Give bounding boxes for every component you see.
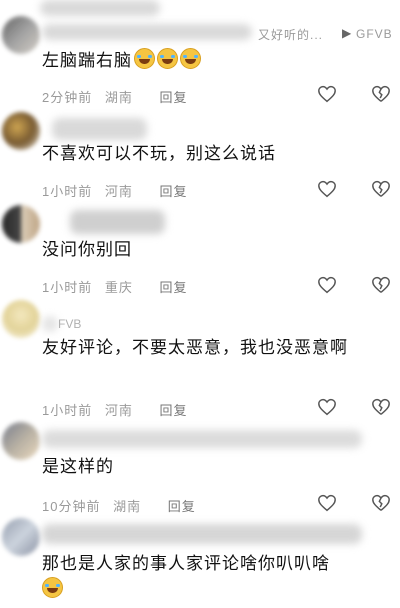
comment-meta: 1小时前 重庆 回复 — [42, 277, 188, 296]
blurred-username — [70, 210, 165, 234]
comment-location: 湖南 — [113, 499, 142, 514]
avatar[interactable] — [2, 16, 40, 54]
broken-heart-outline-icon[interactable] — [370, 492, 392, 514]
comment-location: 湖南 — [104, 90, 133, 105]
avatar[interactable] — [2, 518, 40, 556]
comment-text-body: 那也是人家的事人家评论啥你叭叭啥 — [42, 554, 330, 574]
comment-text-body: 左脑踹右脑 — [42, 51, 132, 71]
comment-time: 1小时前 — [42, 184, 93, 199]
laughing-emoji-icon — [134, 48, 155, 69]
heart-outline-icon[interactable] — [316, 492, 338, 514]
comment-time: 10分钟前 — [42, 499, 101, 514]
comment-location: 河南 — [104, 184, 133, 199]
reply-button[interactable]: 回复 — [160, 184, 188, 199]
comment-meta: 2分钟前 湖南 回复 — [42, 87, 188, 106]
reply-button[interactable]: 回复 — [160, 403, 188, 418]
quoted-text: 又好听的... — [258, 28, 324, 42]
heart-outline-icon[interactable] — [316, 83, 338, 105]
comment-text: 没问你别回 — [42, 240, 132, 260]
comment-text: 友好评论，不要太恶意，我也没恶意啊 — [42, 338, 348, 358]
avatar[interactable] — [2, 112, 40, 150]
avatar[interactable] — [2, 205, 40, 243]
blurred-username — [52, 118, 147, 140]
comment-time: 1小时前 — [42, 403, 93, 418]
broken-heart-outline-icon[interactable] — [370, 178, 392, 200]
badge-text: GFVB — [356, 27, 393, 41]
blurred-username — [42, 24, 252, 40]
blurred-username — [42, 316, 58, 332]
comment-text: 不喜欢可以不玩，别这么说话 — [42, 144, 276, 164]
blurred-meta — [40, 0, 160, 16]
broken-heart-outline-icon[interactable] — [370, 83, 392, 105]
broken-heart-outline-icon[interactable] — [370, 396, 392, 418]
laughing-emoji-icon — [180, 48, 201, 69]
comment-meta: 1小时前 河南 回复 — [42, 400, 188, 419]
avatar[interactable] — [2, 300, 40, 338]
comment-location: 河南 — [104, 403, 133, 418]
comment-meta: 10分钟前 湖南 回复 — [42, 496, 196, 515]
laughing-emoji-icon — [42, 577, 63, 598]
comment-meta: 1小时前 河南 回复 — [42, 181, 188, 200]
previous-comment-meta — [0, 0, 400, 16]
reply-button[interactable]: 回复 — [160, 280, 188, 295]
avatar[interactable] — [2, 422, 40, 460]
comment-text: 那也是人家的事人家评论啥你叭叭啥 — [42, 552, 388, 603]
play-icon[interactable]: ▶ — [342, 26, 351, 40]
laughing-emoji-icon — [157, 48, 178, 69]
broken-heart-outline-icon[interactable] — [370, 274, 392, 296]
comment-time: 1小时前 — [42, 280, 93, 295]
username-partial: FVB — [58, 317, 82, 331]
reply-button[interactable]: 回复 — [168, 499, 196, 514]
comment-location: 重庆 — [104, 280, 133, 295]
comment-text: 左脑踹右脑 — [42, 48, 388, 74]
heart-outline-icon[interactable] — [316, 178, 338, 200]
comment-time: 2分钟前 — [42, 90, 93, 105]
reply-button[interactable]: 回复 — [160, 90, 188, 105]
comment-text: 是这样的 — [42, 457, 114, 477]
heart-outline-icon[interactable] — [316, 274, 338, 296]
blurred-username — [42, 430, 362, 448]
blurred-username — [42, 524, 362, 544]
heart-outline-icon[interactable] — [316, 396, 338, 418]
